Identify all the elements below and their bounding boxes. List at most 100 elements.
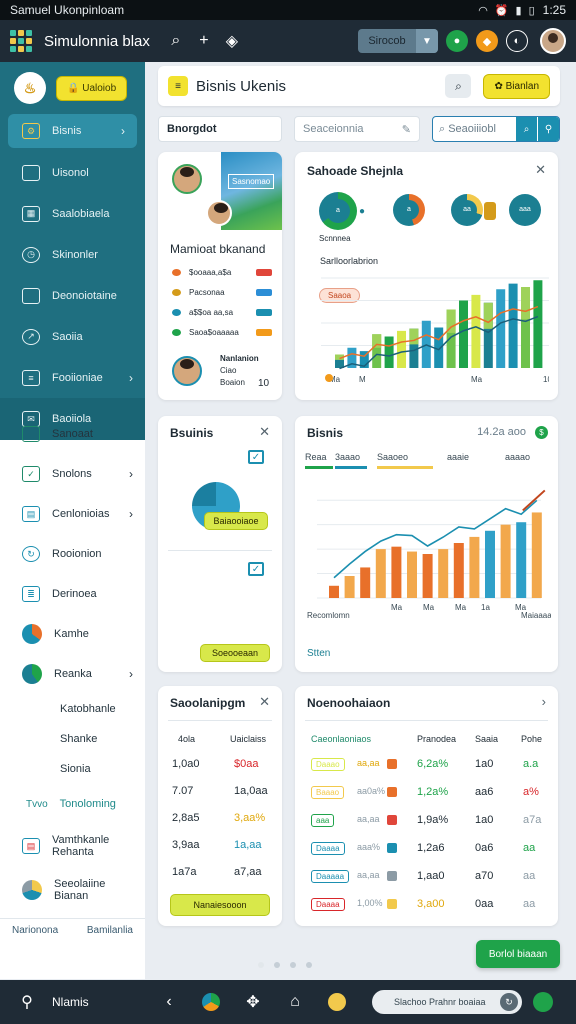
- sidebar-item-deonoiotaine[interactable]: Deonoiotaine: [0, 275, 145, 316]
- legend-item[interactable]: Saaoeo: [377, 452, 408, 462]
- table-row-tag[interactable]: Baaao: [311, 786, 345, 799]
- profile-icon[interactable]: [528, 987, 558, 1017]
- checkbox[interactable]: ✓: [248, 450, 264, 464]
- table-row-tag[interactable]: Daaaaa: [311, 870, 350, 883]
- menu-icon[interactable]: ≡: [168, 76, 188, 96]
- legend-item[interactable]: Reaa: [305, 452, 327, 462]
- pie-chart-icon: [22, 624, 42, 644]
- nav-search-input[interactable]: Slachoo Prahnr boaiaa ↻: [372, 990, 522, 1014]
- page-dot[interactable]: [274, 962, 280, 968]
- emoji-icon[interactable]: [322, 987, 352, 1017]
- search-field[interactable]: ⌕ Seaoiiiobl ⌕ ⚲: [432, 116, 560, 142]
- sidebar-item-skinonler[interactable]: ◷ Skinonler: [0, 234, 145, 275]
- refresh-icon[interactable]: ↻: [500, 993, 518, 1011]
- table-row-tag[interactable]: Daaaa: [311, 842, 345, 855]
- filter-button-icon[interactable]: ⚲: [537, 117, 559, 141]
- search-icon[interactable]: ⌕: [445, 74, 472, 98]
- filter-select[interactable]: Bnorgdot: [158, 116, 282, 142]
- close-icon[interactable]: ✕: [259, 694, 270, 710]
- trend-footer[interactable]: Stten: [307, 648, 330, 659]
- sidebar-item-saoiia[interactable]: ↗ Saoiia: [0, 316, 145, 357]
- sidebar-item-tonoloming[interactable]: Tvvo Tonoloming: [0, 784, 145, 824]
- profile-avatar[interactable]: [172, 164, 202, 194]
- location-pin-icon[interactable]: ⚲: [12, 987, 42, 1017]
- sidebar-footer-right[interactable]: Bamilanlia: [87, 925, 133, 936]
- table-row-value-3: aa6: [475, 786, 494, 798]
- sidebar-subitem-sionia[interactable]: Sionia: [0, 754, 145, 784]
- sidebar-item-uisonol[interactable]: Uisonol: [0, 152, 145, 193]
- sidebar-item-cenlonioias[interactable]: ▤ Cenlonioias ›: [0, 494, 145, 534]
- legend-line: [305, 466, 333, 469]
- sidebar-item-saalobiaela[interactable]: ▦ Saalobiaela: [0, 193, 145, 234]
- sidebar-item-reanka[interactable]: Reanka ›: [0, 654, 145, 694]
- table-header-3[interactable]: Saaia: [475, 734, 498, 744]
- table-header-4[interactable]: Pohe: [521, 734, 542, 744]
- sidebar-item-snolons[interactable]: ✓ Snolons ›: [0, 454, 145, 494]
- workspace-dropdown[interactable]: Sirocob ▼: [358, 29, 438, 53]
- table-row-value-2: 1,9a%: [417, 814, 449, 826]
- business-action-button[interactable]: Soeooeaan: [200, 644, 270, 662]
- legend-item[interactable]: aaaao: [505, 452, 530, 462]
- search-input[interactable]: Seaceionnia ✎: [294, 116, 420, 142]
- table-header-1[interactable]: Caeonlaoniaos: [311, 734, 371, 744]
- table-header-2[interactable]: Pranodea: [417, 734, 456, 744]
- close-icon[interactable]: ✕: [535, 162, 546, 178]
- filter-bar: Bnorgdot Seaceionnia ✎ ⌕ Seaoiiiobl ⌕ ⚲: [158, 116, 560, 142]
- back-icon[interactable]: ‹: [154, 987, 184, 1017]
- legend-item[interactable]: aaaie: [447, 452, 469, 462]
- checkbox[interactable]: ✓: [248, 562, 264, 576]
- table-row-tag[interactable]: Daaao: [311, 758, 345, 771]
- apps-icon[interactable]: [196, 987, 226, 1017]
- notification-icon[interactable]: ●: [446, 30, 468, 52]
- donut-chart: aaa: [509, 194, 541, 226]
- shield-icon[interactable]: ◈: [218, 27, 246, 55]
- resize-icon[interactable]: ✥: [238, 987, 268, 1017]
- table-card-title: Noenoohaiaon: [307, 696, 391, 710]
- sidebar-item-fooiioniae[interactable]: ≡ Fooiioniae ›: [0, 357, 145, 398]
- compass-icon[interactable]: ◐: [506, 30, 528, 52]
- person-avatar[interactable]: [172, 356, 202, 386]
- sidebar-item-derinoea[interactable]: ≣ Derinoea: [0, 574, 145, 614]
- primary-action-button[interactable]: Borlol biaaan: [476, 940, 560, 968]
- sidebar-item-kamhe[interactable]: Kamhe: [0, 614, 145, 654]
- header-action-button[interactable]: ✿ Bianlan: [483, 73, 550, 99]
- page-dot[interactable]: [306, 962, 312, 968]
- sidebar-subitem-katobhanle[interactable]: Katobhanle: [0, 694, 145, 724]
- table-row-tag[interactable]: Daaaa: [311, 898, 345, 911]
- legend-line: [377, 466, 433, 469]
- sidebar-item-seeolaiine[interactable]: Seeolaiine Bianan: [0, 868, 145, 912]
- chart-bar: [516, 522, 527, 598]
- search-icon[interactable]: ⌕: [162, 27, 190, 55]
- avatar[interactable]: [540, 28, 566, 54]
- table-row-value-3: a70: [475, 870, 494, 882]
- sidebar-footer-left[interactable]: Narionona: [12, 925, 58, 936]
- legend-item[interactable]: 3aaao: [335, 452, 360, 462]
- sidebar-item-vamthkanle[interactable]: ▤ Vamthkanle Rehanta: [0, 824, 145, 868]
- page-dot[interactable]: [258, 962, 264, 968]
- close-icon[interactable]: ✕: [259, 424, 270, 440]
- sidebar-item-label: Katobhanle: [60, 703, 116, 715]
- sidebar-subitem-shanke[interactable]: Shanke: [0, 724, 145, 754]
- sidebar-item-rooionion[interactable]: ↻ Rooionion: [0, 534, 145, 574]
- page-dot[interactable]: [290, 962, 296, 968]
- location-icon[interactable]: ◆: [476, 30, 498, 52]
- sidebar-item-bisnis[interactable]: ⚙ Bisnis ›: [8, 114, 137, 148]
- summary-action-button[interactable]: Nanaiesooon: [170, 894, 270, 916]
- chevron-right-icon[interactable]: ›: [542, 694, 546, 709]
- sidebar-action-button[interactable]: 🔒 Ualoiob: [56, 75, 128, 101]
- search-button-icon[interactable]: ⌕: [515, 117, 537, 141]
- chart-bar: [533, 280, 543, 368]
- calendar-icon: ▤: [22, 506, 40, 522]
- add-icon[interactable]: +: [190, 27, 218, 55]
- business-pill[interactable]: Baiaooiaoe: [204, 512, 268, 530]
- document-icon: [22, 287, 40, 304]
- lock-icon: 🔒: [67, 82, 83, 94]
- profile-row-value: a$$oa aa,sa: [189, 308, 234, 317]
- bag-icon[interactable]: ⌂: [280, 987, 310, 1017]
- table-row-tag[interactable]: aaa: [311, 814, 335, 827]
- row-dot-icon: [172, 289, 181, 296]
- profile-avatar-secondary[interactable]: [206, 200, 232, 226]
- donut-chart: a: [393, 194, 425, 226]
- folder-icon: [22, 426, 40, 442]
- table-row-icon: [387, 815, 397, 825]
